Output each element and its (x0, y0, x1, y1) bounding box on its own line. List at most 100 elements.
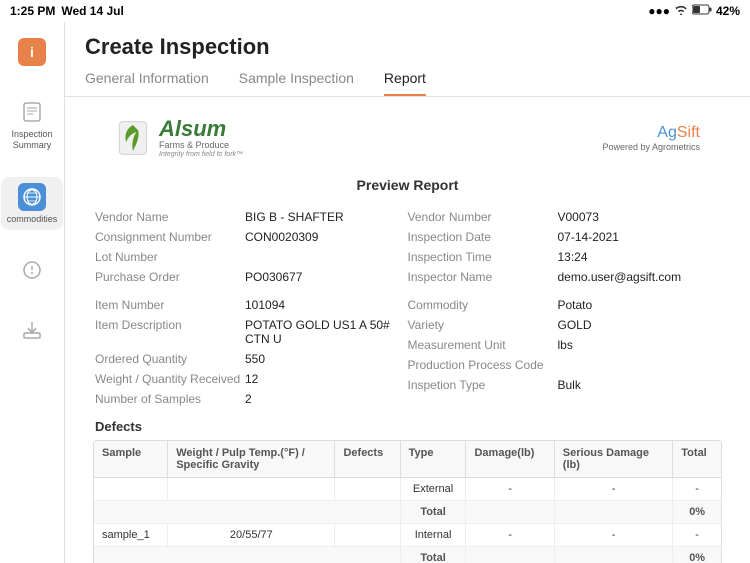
battery-icon (692, 4, 712, 18)
inspection-date-label: Inspection Date (408, 230, 558, 244)
item-desc-label: Item Description (95, 318, 245, 346)
cell-total-serious-2 (554, 546, 673, 563)
agsift-ag: Ag (657, 124, 677, 141)
inspection-summary-icon (18, 98, 46, 126)
sidebar-item-inspection-summary[interactable]: InspectionSummary (5, 92, 58, 157)
cell-total-type-2: Total (400, 546, 466, 563)
info-row-lot: Lot Number (95, 247, 408, 267)
info-column-left: Vendor Name BIG B - SHAFTER Consignment … (95, 207, 408, 409)
defects-title: Defects (85, 409, 730, 440)
cell-defects-2 (335, 523, 400, 546)
inspetion-type-value: Bulk (558, 378, 581, 392)
alsum-name: Alsum (159, 117, 243, 141)
col-header-defects: Defects (335, 441, 400, 478)
page-header: Create Inspection General Information Sa… (65, 22, 750, 97)
defect-row-internal: sample_1 20/55/77 Internal - - - (94, 523, 721, 546)
info-icon: i (18, 38, 46, 66)
commodities-label: commodities (7, 214, 58, 225)
variety-label: Variety (408, 318, 558, 332)
consignment-value: CON0020309 (245, 230, 318, 244)
cell-sample-2: sample_1 (94, 523, 168, 546)
defect-total-row-1: Total 0% (94, 500, 721, 523)
info-row-inspetion-type: Inspetion Type Bulk (408, 375, 721, 395)
weight-received-label: Weight / Quantity Received (95, 372, 245, 386)
info-row-vendor-number: Vendor Number V00073 (408, 207, 721, 227)
logos-row: Alsum Farms & Produce Integrity from fie… (85, 97, 730, 169)
sidebar-item-export[interactable] (12, 310, 52, 350)
cell-total-pct-1: 0% (673, 500, 721, 523)
variety-value: GOLD (558, 318, 592, 332)
cell-total-type-1: Total (400, 500, 466, 523)
report-area: Alsum Farms & Produce Integrity from fie… (65, 97, 750, 563)
cell-weight-2: 20/55/77 (168, 523, 335, 546)
info-row-item-number: Item Number 101094 (95, 295, 408, 315)
battery-percent: 42% (716, 4, 740, 18)
cell-weight-1 (168, 477, 335, 500)
info-row-vendor-name: Vendor Name BIG B - SHAFTER (95, 207, 408, 227)
purchase-order-label: Purchase Order (95, 270, 245, 284)
cell-total-serious-1 (554, 500, 673, 523)
tab-general-information[interactable]: General Information (85, 70, 209, 96)
info-row-variety: Variety GOLD (408, 315, 721, 335)
cell-damage-2: - (466, 523, 554, 546)
weight-received-value: 12 (245, 372, 258, 386)
info-spacer-right (408, 287, 721, 295)
alsum-text: Alsum Farms & Produce Integrity from fie… (159, 117, 243, 159)
info-row-commodity: Commodity Potato (408, 295, 721, 315)
sidebar-item-commodities[interactable]: commodities (1, 177, 64, 231)
alsum-tagline: Integrity from field to fork™ (159, 151, 243, 159)
detail-icon (18, 256, 46, 284)
sidebar-item-info[interactable]: i (12, 32, 52, 72)
tab-report[interactable]: Report (384, 70, 426, 96)
status-date: Wed 14 Jul (61, 4, 123, 18)
cell-sample-1 (94, 477, 168, 500)
cell-type-internal: Internal (400, 523, 466, 546)
wifi-icon (674, 4, 688, 18)
cell-total-label-1 (94, 500, 400, 523)
cell-type-external: External (400, 477, 466, 500)
measurement-unit-label: Measurement Unit (408, 338, 558, 352)
vendor-number-value: V00073 (558, 210, 599, 224)
info-row-inspection-time: Inspection Time 13:24 (408, 247, 721, 267)
preview-title: Preview Report (85, 177, 730, 193)
info-row-consignment: Consignment Number CON0020309 (95, 227, 408, 247)
info-column-right: Vendor Number V00073 Inspection Date 07-… (408, 207, 721, 409)
cell-total-label-2 (94, 546, 400, 563)
defect-row-external: External - - - (94, 477, 721, 500)
info-row-production-process: Production Process Code (408, 355, 721, 375)
cell-damage-1: - (466, 477, 554, 500)
inspetion-type-label: Inspetion Type (408, 378, 558, 392)
vendor-name-label: Vendor Name (95, 210, 245, 224)
num-samples-value: 2 (245, 392, 252, 406)
consignment-label: Consignment Number (95, 230, 245, 244)
tab-sample-inspection[interactable]: Sample Inspection (239, 70, 354, 96)
info-row-inspection-date: Inspection Date 07-14-2021 (408, 227, 721, 247)
ordered-qty-value: 550 (245, 352, 265, 366)
col-header-total: Total (673, 441, 721, 478)
defects-header-row: Sample Weight / Pulp Temp.(°F) /Specific… (94, 441, 721, 478)
sidebar: i InspectionSummary commodities (0, 22, 65, 563)
export-icon (18, 316, 46, 344)
cell-serious-2: - (554, 523, 673, 546)
item-desc-value: POTATO GOLD US1 A 50# CTN U (245, 318, 408, 346)
agsift-name: AgSift (602, 124, 700, 142)
info-grid: Vendor Name BIG B - SHAFTER Consignment … (85, 207, 730, 409)
page-title: Create Inspection (85, 34, 730, 60)
defects-table: Sample Weight / Pulp Temp.(°F) /Specific… (94, 441, 721, 563)
info-row-purchase-order: Purchase Order PO030677 (95, 267, 408, 287)
main-content: Create Inspection General Information Sa… (65, 22, 750, 563)
col-header-damage: Damage(lb) (466, 441, 554, 478)
purchase-order-value: PO030677 (245, 270, 302, 284)
status-time: 1:25 PM (10, 4, 55, 18)
info-row-weight-received: Weight / Quantity Received 12 (95, 369, 408, 389)
info-spacer-left (95, 287, 408, 295)
commodities-icon (18, 183, 46, 211)
item-number-label: Item Number (95, 298, 245, 312)
measurement-unit-value: lbs (558, 338, 573, 352)
sidebar-item-detail[interactable] (12, 250, 52, 290)
cell-total-damage-2 (466, 546, 554, 563)
alsum-sub: Farms & Produce (159, 141, 243, 151)
ordered-qty-label: Ordered Quantity (95, 352, 245, 366)
info-row-inspector-name: Inspector Name demo.user@agsift.com (408, 267, 721, 287)
agsift-powered: Powered by Agrometrics (602, 142, 700, 152)
